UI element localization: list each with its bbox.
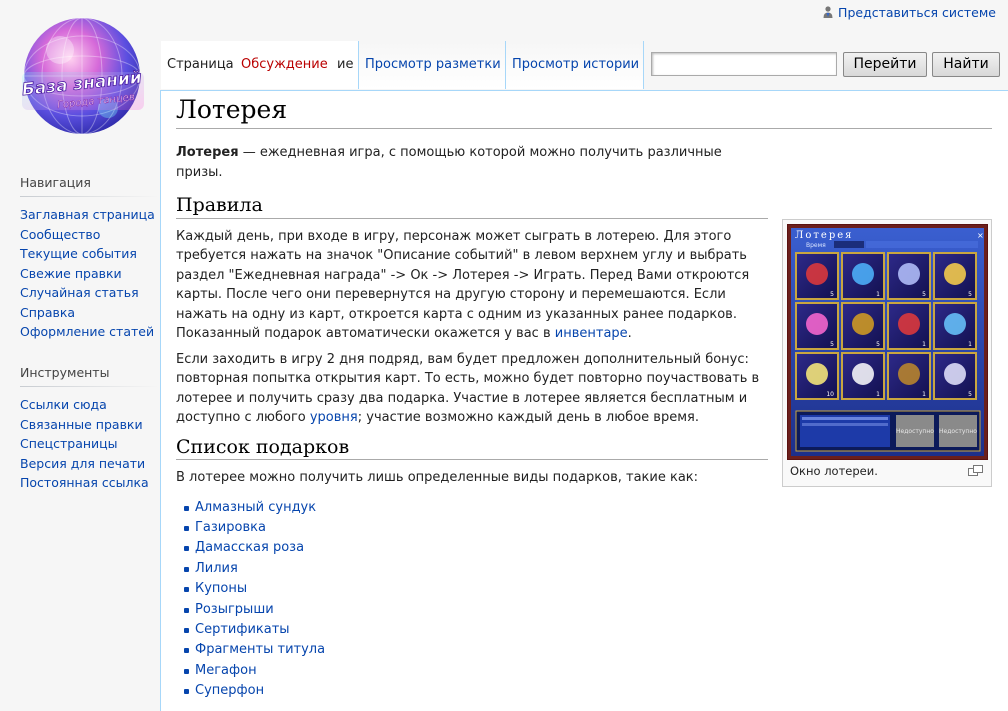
prize-icon xyxy=(852,263,874,285)
lottery-screenshot[interactable]: Лотерея × Время 5 1 5 5 5 5 1 1 10 1 1 5 Недоступно… xyxy=(787,224,988,460)
intro-bold-term: Лотерея xyxy=(176,145,239,160)
card-count-label: 5 xyxy=(968,391,972,398)
prize-icon xyxy=(806,263,828,285)
tab-view-source[interactable]: Просмотр разметки xyxy=(359,41,506,89)
prize-link-lily[interactable]: Лилия xyxy=(195,561,238,576)
card-count-label: 5 xyxy=(830,291,834,298)
game-close-icon: × xyxy=(977,231,984,240)
prize-icon xyxy=(806,363,828,385)
sidebar-heading-navigation: Навигация xyxy=(20,175,158,197)
prize-link-megaphone[interactable]: Мегафон xyxy=(195,663,257,678)
tab-history[interactable]: Просмотр истории xyxy=(506,41,644,89)
prize-link-damask-rose[interactable]: Дамасская роза xyxy=(195,540,304,555)
tab-page[interactable]: Страница xyxy=(161,41,235,89)
section-heading-rules: Правила xyxy=(176,195,768,219)
list-item: Мегафон xyxy=(184,661,768,681)
sidebar-navigation: Навигация Заглавная страница Сообщество … xyxy=(20,175,158,342)
page-title: Лотерея xyxy=(176,95,992,129)
tab-history-label: Просмотр истории xyxy=(512,57,640,72)
sidebar-item-main-page[interactable]: Заглавная страница xyxy=(20,207,155,222)
card-count-label: 1 xyxy=(876,391,880,398)
level-link[interactable]: уровня xyxy=(310,410,358,425)
prize-icon xyxy=(898,263,920,285)
list-item: Розыгрыши xyxy=(184,600,768,620)
rules-text-1: Каждый день, при входе в игру, персонаж … xyxy=(176,228,750,342)
tab-view-source-label: Просмотр разметки xyxy=(365,57,501,72)
sidebar-item-community[interactable]: Сообщество xyxy=(20,227,100,242)
sidebar-item-permanent-link[interactable]: Постоянная ссылка xyxy=(20,475,149,490)
lottery-window-image: Лотерея × Время 5 1 5 5 5 5 1 1 10 1 1 5 Недоступно… xyxy=(791,228,984,456)
card-count-label: 5 xyxy=(830,341,834,348)
list-item: Лилия xyxy=(184,559,768,579)
article-body: Лотерея — ежедневная игра, с помощью кот… xyxy=(176,143,768,702)
sidebar-item-current-events[interactable]: Текущие события xyxy=(20,246,137,261)
sidebar-item-related-changes[interactable]: Связанные правки xyxy=(20,417,143,432)
prize-link-superphone[interactable]: Суперфон xyxy=(195,683,264,698)
prize-icon xyxy=(806,313,828,335)
sidebar-item-help[interactable]: Справка xyxy=(20,305,75,320)
prize-list: Алмазный сундук Газировка Дамасская роза… xyxy=(176,498,768,702)
list-item: Алмазный сундук xyxy=(184,498,768,518)
prize-icon xyxy=(852,313,874,335)
card-count-label: 10 xyxy=(826,391,834,398)
game-window-title: Лотерея xyxy=(795,230,853,241)
inventory-link[interactable]: инвентаре xyxy=(555,326,628,341)
card-count-label: 1 xyxy=(968,341,972,348)
prize-link-title-fragments[interactable]: Фрагменты титула xyxy=(195,642,325,657)
personal-tools: Представиться системе xyxy=(823,5,996,20)
sidebar-heading-tools: Инструменты xyxy=(20,365,158,387)
game-button-unavailable-2: Недоступно xyxy=(939,428,977,435)
intro-text: — ежедневная игра, с помощью которой мож… xyxy=(176,145,722,180)
rules-paragraph-2: Если заходить в игру 2 дня подряд, вам б… xyxy=(176,350,768,428)
prize-icon xyxy=(944,313,966,335)
card-count-label: 1 xyxy=(922,341,926,348)
sidebar-tools: Инструменты Ссылки сюда Связанные правки… xyxy=(20,365,158,493)
search-button[interactable]: Найти xyxy=(932,52,1000,77)
list-item: Купоны xyxy=(184,579,768,599)
prizes-intro: В лотерее можно получить лишь определенн… xyxy=(176,470,699,485)
prize-icon xyxy=(944,363,966,385)
prize-icon xyxy=(852,363,874,385)
prize-icon xyxy=(944,263,966,285)
prize-link-raffles[interactable]: Розыгрыши xyxy=(195,602,274,617)
list-item: Дамасская роза xyxy=(184,538,768,558)
search-input[interactable] xyxy=(651,52,837,76)
prize-link-certificates[interactable]: Сертификаты xyxy=(195,622,290,637)
prize-icon xyxy=(898,313,920,335)
game-time-label: Время xyxy=(806,242,826,249)
thumbnail-caption: Окно лотереи. xyxy=(790,464,878,478)
list-item: Газировка xyxy=(184,518,768,538)
prize-link-soda[interactable]: Газировка xyxy=(195,520,266,535)
go-button[interactable]: Перейти xyxy=(843,52,927,77)
card-count-label: 5 xyxy=(876,341,880,348)
section-heading-prizes: Список подарков xyxy=(176,437,768,460)
list-item: Фрагменты титула xyxy=(184,640,768,660)
magnify-icon[interactable] xyxy=(968,465,983,480)
intro-paragraph: Лотерея — ежедневная игра, с помощью кот… xyxy=(176,143,768,182)
sidebar-item-random-article[interactable]: Случайная статья xyxy=(20,285,139,300)
site-logo[interactable]: База знаний Города танцев xyxy=(18,16,146,140)
login-link[interactable]: Представиться системе xyxy=(838,5,996,20)
sidebar-item-article-style[interactable]: Оформление статей xyxy=(20,324,154,339)
tab-discussion[interactable]: Обсуждение xyxy=(235,41,337,89)
prize-link-coupons[interactable]: Купоны xyxy=(195,581,247,596)
sidebar-item-special-pages[interactable]: Спецстраницы xyxy=(20,436,118,451)
game-button-unavailable-1: Недоступно xyxy=(896,428,934,435)
lottery-thumbnail: Лотерея × Время 5 1 5 5 5 5 1 1 10 1 1 5 Недоступно… xyxy=(782,219,992,487)
sidebar-item-recent-changes[interactable]: Свежие правки xyxy=(20,266,122,281)
user-icon xyxy=(823,6,833,18)
sidebar-item-what-links-here[interactable]: Ссылки сюда xyxy=(20,397,107,412)
prize-icon xyxy=(898,363,920,385)
rules-paragraph-1: Каждый день, при входе в игру, персонаж … xyxy=(176,227,768,344)
sidebar-item-printable[interactable]: Версия для печати xyxy=(20,456,145,471)
prize-link-diamond-chest[interactable]: Алмазный сундук xyxy=(195,500,316,515)
list-item: Суперфон xyxy=(184,681,768,701)
card-count-label: 1 xyxy=(876,291,880,298)
rules-text-1-end: . xyxy=(627,326,632,341)
card-count-label: 5 xyxy=(922,291,926,298)
list-item: Сертификаты xyxy=(184,620,768,640)
card-count-label: 1 xyxy=(922,391,926,398)
rules-text-2-end: ; участие возможно каждый день в любое в… xyxy=(357,410,699,425)
card-count-label: 5 xyxy=(968,291,972,298)
